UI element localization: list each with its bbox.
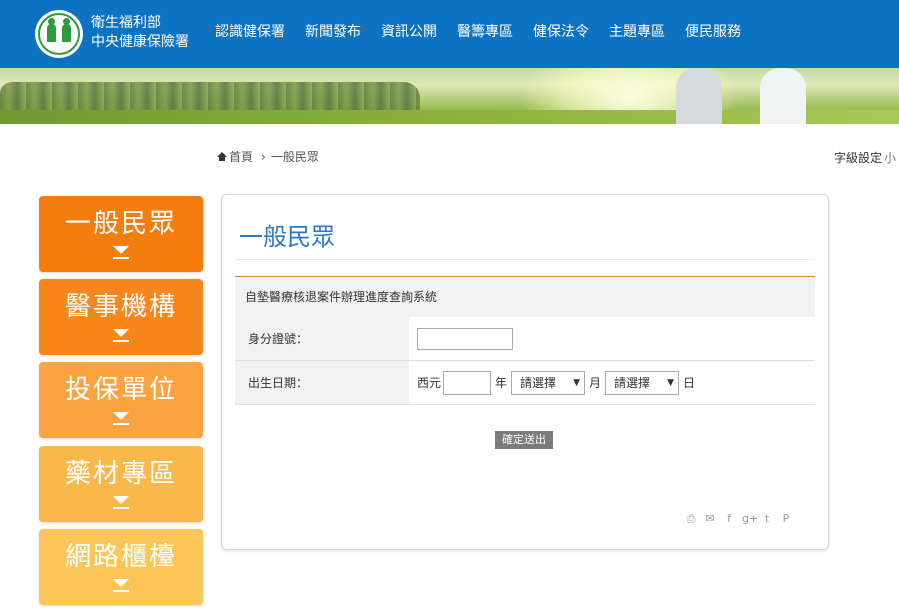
sidebar-item-label: 醫事機構 <box>64 292 177 322</box>
sidebar-item-label: 藥材專區 <box>64 459 177 489</box>
font-size-setting: 字級設定小 <box>834 149 896 166</box>
birth-month-select[interactable]: 請選擇 ▼ <box>511 370 586 395</box>
breadcrumb: 首頁 › 一般民眾 <box>217 148 319 165</box>
submit-button[interactable]: 確定送出 <box>495 431 553 449</box>
chevron-down-icon <box>113 579 129 593</box>
email-icon[interactable]: ✉ <box>704 513 716 525</box>
dob-row: 出生日期： 西元 年 請選擇 ▼ 月 請選擇 ▼ 日 <box>235 361 815 405</box>
org-line-2: 中央健康保險署 <box>91 34 189 50</box>
sidebar-item-label: 投保單位 <box>64 375 177 405</box>
nhi-logo-icon[interactable] <box>35 10 83 58</box>
page-title: 一般民眾 <box>239 223 335 251</box>
content-panel: 一般民眾 自墊醫療核退案件辦理進度查詢系統 身分證號： 出生日期： 西元 年 請… <box>221 194 829 550</box>
year-unit: 年 <box>495 376 508 390</box>
era-label: 西元 <box>417 376 442 390</box>
chevron-down-icon <box>113 412 129 426</box>
dropdown-caret-icon: ▼ <box>573 377 581 388</box>
dob-label: 出生日期： <box>235 361 409 404</box>
birth-day-value: 請選擇 <box>614 376 651 390</box>
banner-image <box>0 68 899 124</box>
day-unit: 日 <box>683 376 696 390</box>
site-header: 衛生福利部 中央健康保險署 認識健保署 新聞發布 資訊公開 醫籌專區 健保法令 … <box>0 0 899 72</box>
nav-item-services[interactable]: 便民服務 <box>675 0 751 68</box>
dropdown-caret-icon: ▼ <box>667 377 675 388</box>
facebook-icon[interactable]: f <box>723 513 735 525</box>
googleplus-icon[interactable]: g+ <box>742 513 758 525</box>
twitter-icon[interactable]: t <box>761 513 773 525</box>
sidebar-item-insured-units[interactable]: 投保單位 <box>39 362 203 438</box>
id-label: 身分證號： <box>235 317 409 360</box>
main-nav: 認識健保署 新聞發布 資訊公開 醫籌專區 健保法令 主題專區 便民服務 <box>205 0 751 72</box>
home-icon[interactable] <box>217 152 227 161</box>
sidebar-item-drugs[interactable]: 藥材專區 <box>39 446 203 522</box>
month-unit: 月 <box>589 376 602 390</box>
sidebar-item-medical-institutions[interactable]: 醫事機構 <box>39 279 203 355</box>
id-row: 身分證號： <box>235 317 815 361</box>
form-title: 自墊醫療核退案件辦理進度查詢系統 <box>235 276 815 317</box>
id-number-input[interactable] <box>417 327 513 350</box>
breadcrumb-separator: › <box>261 149 266 164</box>
nav-item-medical[interactable]: 醫籌專區 <box>447 0 523 68</box>
title-divider <box>235 259 815 260</box>
nav-item-topics[interactable]: 主題專區 <box>599 0 675 68</box>
sidebar-item-label: 網路櫃檯 <box>64 542 177 572</box>
nav-item-about[interactable]: 認識健保署 <box>205 0 295 68</box>
print-icon[interactable]: ⎙ <box>685 513 697 525</box>
font-size-label: 字級設定 <box>834 151 883 165</box>
nav-item-law[interactable]: 健保法令 <box>523 0 599 72</box>
query-form: 自墊醫療核退案件辦理進度查詢系統 身分證號： 出生日期： 西元 年 請選擇 ▼ … <box>235 276 815 405</box>
birth-month-value: 請選擇 <box>520 376 557 390</box>
sidebar-item-label: 一般民眾 <box>64 209 177 239</box>
sidebar-item-online-counter[interactable]: 網路櫃檯 <box>39 529 203 605</box>
sidebar-item-general-public[interactable]: 一般民眾 <box>39 196 203 272</box>
breadcrumb-home[interactable]: 首頁 <box>229 148 253 165</box>
org-line-1: 衛生福利部 <box>91 15 161 31</box>
nav-item-info[interactable]: 資訊公開 <box>371 0 447 68</box>
chevron-down-icon <box>113 246 129 260</box>
font-size-small[interactable]: 小 <box>884 151 896 165</box>
plurk-icon[interactable]: P <box>780 513 792 525</box>
breadcrumb-current[interactable]: 一般民眾 <box>271 148 319 165</box>
birth-day-select[interactable]: 請選擇 ▼ <box>605 370 680 395</box>
organization-name[interactable]: 衛生福利部 中央健康保險署 <box>91 14 189 52</box>
share-toolbar: ⎙ ✉ f g+ t P <box>685 513 792 525</box>
chevron-down-icon <box>113 496 129 510</box>
chevron-down-icon <box>113 329 129 343</box>
birth-year-input[interactable] <box>443 370 492 395</box>
nav-item-news[interactable]: 新聞發布 <box>295 0 371 68</box>
